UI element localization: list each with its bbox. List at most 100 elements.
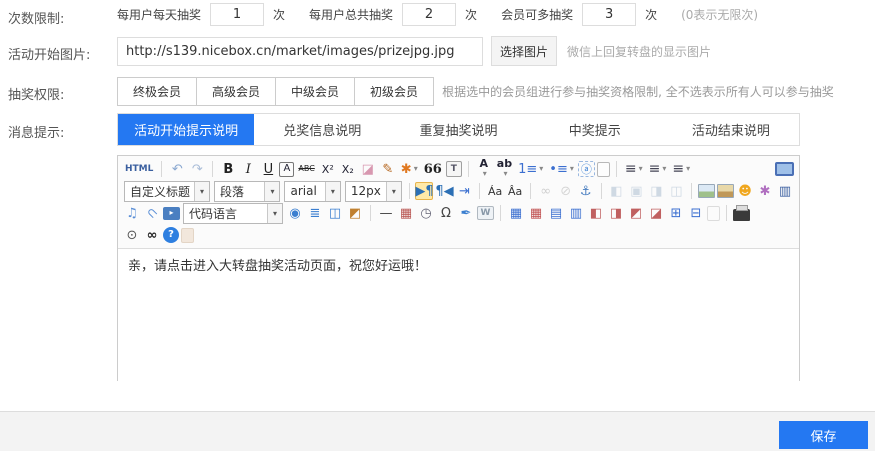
subscript-icon[interactable]: X₂ <box>339 160 357 178</box>
signature-icon[interactable]: ✒ <box>457 204 475 222</box>
anchor-icon[interactable]: ⚓ <box>577 182 595 200</box>
toolbar-separator <box>479 183 480 199</box>
ordered-list-icon[interactable]: 1≡▾ <box>516 160 545 178</box>
flash-icon[interactable]: ✱ <box>756 182 774 200</box>
underline-icon[interactable]: U <box>259 160 277 178</box>
choose-image-button[interactable]: 选择图片 <box>491 36 557 66</box>
quickformat-icon[interactable]: ≣ <box>306 204 324 222</box>
limit-count-input[interactable] <box>402 3 456 26</box>
bold-icon[interactable]: B <box>219 160 237 178</box>
fullscreen-icon[interactable] <box>775 162 794 176</box>
permission-label: 抽奖权限: <box>8 84 64 103</box>
cell-props-icon[interactable]: ▥ <box>567 204 585 222</box>
member-group-button[interactable]: 终极会员 <box>117 77 197 106</box>
insert-image-icon[interactable] <box>698 184 715 198</box>
insert-table-icon[interactable]: ▦ <box>507 204 525 222</box>
anchor-style-icon[interactable]: ⓐ <box>578 161 595 177</box>
media-icon[interactable]: ▥ <box>776 182 794 200</box>
toolbar-separator <box>601 183 602 199</box>
table-props-icon[interactable]: ▤ <box>547 204 565 222</box>
message-tab[interactable]: 兑奖信息说明 <box>254 114 390 145</box>
toolbar-row: HTML↶↷BIUAABCX²X₂◪✎✱▾66TA▾ab▾1≡▾•≡▾ⓐ≡▾≡▾… <box>119 158 798 180</box>
limit-count-input[interactable] <box>210 3 264 26</box>
attachment-icon[interactable]: ⊂ <box>139 200 164 225</box>
message-tab[interactable]: 活动结束说明 <box>663 114 799 145</box>
link-icon[interactable]: ∞ <box>537 182 555 200</box>
find-replace-icon[interactable]: ∞ <box>143 226 161 244</box>
member-group-button[interactable]: 中级会员 <box>275 77 355 106</box>
columns-icon[interactable]: ◫ <box>326 204 344 222</box>
merge-cells-icon[interactable]: ⊞ <box>667 204 685 222</box>
font-size-select[interactable]: 12px▾ <box>345 181 402 202</box>
calendar-icon[interactable]: ▦ <box>397 204 415 222</box>
upload-image-icon[interactable] <box>717 184 734 198</box>
member-group-button[interactable]: 高级会员 <box>196 77 276 106</box>
strikethrough-icon[interactable]: ABC <box>296 160 316 178</box>
image-align-top-icon[interactable]: ◫ <box>667 182 685 200</box>
format-brush-icon[interactable]: ✎ <box>379 160 397 178</box>
message-tab[interactable]: 活动开始提示说明 <box>118 114 254 145</box>
custom-title-select[interactable]: 自定义标题▾ <box>124 181 210 202</box>
code-language-select[interactable]: 代码语言▾ <box>183 203 283 224</box>
time-icon[interactable]: ◷ <box>417 204 435 222</box>
music-icon[interactable]: ♫ <box>123 204 141 222</box>
save-button[interactable]: 保存 <box>779 421 868 449</box>
font-attr-icon[interactable]: A <box>279 162 294 177</box>
color-scheme-icon[interactable]: ✱▾ <box>399 160 420 178</box>
video-icon[interactable]: ▸ <box>163 207 180 220</box>
limit-count-input[interactable] <box>582 3 636 26</box>
print-icon[interactable] <box>733 209 750 221</box>
message-tab[interactable]: 中奖提示 <box>527 114 663 145</box>
new-page-icon[interactable] <box>597 162 610 177</box>
image-align-right-icon[interactable]: ◨ <box>647 182 665 200</box>
member-group-button[interactable]: 初级会员 <box>354 77 434 106</box>
unlink-icon[interactable]: ⊘ <box>557 182 575 200</box>
insert-row-below-icon[interactable]: ◪ <box>647 204 665 222</box>
clipboard-icon[interactable] <box>181 228 194 243</box>
split-cells-icon[interactable]: ⊟ <box>687 204 705 222</box>
font-color-icon[interactable]: A▾ <box>475 160 493 178</box>
blockquote-icon[interactable]: 66 <box>422 160 444 178</box>
superscript-icon[interactable]: X² <box>319 160 337 178</box>
hr-icon[interactable]: — <box>377 204 395 222</box>
to-uppercase-icon[interactable]: Áa <box>486 182 504 200</box>
indent-icon[interactable]: ⇥ <box>455 182 473 200</box>
toolbar-row: 自定义标题▾段落▾arial▾12px▾ ▶¶¶◀⇥ ÁaÂa ∞⊘⚓ ◧▣◨◫ ☻✱▥ <box>119 180 798 202</box>
screenshot-icon[interactable]: ◩ <box>346 204 364 222</box>
to-lowercase-icon[interactable]: Âa <box>506 182 524 200</box>
italic-icon[interactable]: I <box>239 160 257 178</box>
html-source-icon[interactable]: HTML <box>123 160 155 178</box>
code-block-icon[interactable]: ◉ <box>286 204 304 222</box>
editor-content[interactable]: 亲，请点击进入大转盘抽奖活动页面，祝您好运哦！ <box>118 249 799 381</box>
word-paste-icon[interactable]: W <box>477 206 494 220</box>
rtl-icon[interactable]: ¶◀ <box>435 182 453 200</box>
paragraph-select[interactable]: 段落▾ <box>214 181 280 202</box>
special-char-icon[interactable]: Ω <box>437 204 455 222</box>
ltr-icon[interactable]: ▶¶ <box>415 182 433 200</box>
editor-toolbar: HTML↶↷BIUAABCX²X₂◪✎✱▾66TA▾ab▾1≡▾•≡▾ⓐ≡▾≡▾… <box>118 156 799 249</box>
insert-col-right-icon[interactable]: ◨ <box>607 204 625 222</box>
align-justify-top-icon[interactable]: ≡▾ <box>623 160 645 178</box>
align-justify-bottom-icon[interactable]: ≡▾ <box>647 160 669 178</box>
limit-suffix: 次 <box>465 6 477 23</box>
emoticon-icon[interactable]: ☻ <box>736 182 754 200</box>
image-url-input[interactable] <box>117 37 483 66</box>
toolbar-separator <box>691 183 692 199</box>
eraser-icon[interactable]: ◪ <box>359 160 377 178</box>
paste-text-icon[interactable]: T <box>446 161 462 177</box>
preview-icon[interactable]: ⊙ <box>123 226 141 244</box>
insert-col-left-icon[interactable]: ◧ <box>587 204 605 222</box>
image-align-center-icon[interactable]: ▣ <box>627 182 645 200</box>
image-align-left-icon[interactable]: ◧ <box>607 182 625 200</box>
delete-table-icon[interactable]: ▦ <box>527 204 545 222</box>
line-height-icon[interactable]: ≡▾ <box>670 160 692 178</box>
undo-icon[interactable]: ↶ <box>168 160 186 178</box>
message-tab[interactable]: 重复抽奖说明 <box>390 114 526 145</box>
help-icon[interactable]: ? <box>163 227 179 243</box>
highlight-color-icon[interactable]: ab▾ <box>495 160 514 178</box>
table-template-icon[interactable] <box>707 206 720 221</box>
redo-icon[interactable]: ↷ <box>188 160 206 178</box>
insert-row-above-icon[interactable]: ◩ <box>627 204 645 222</box>
unordered-list-icon[interactable]: •≡▾ <box>547 160 576 178</box>
font-family-select[interactable]: arial▾ <box>284 181 340 202</box>
